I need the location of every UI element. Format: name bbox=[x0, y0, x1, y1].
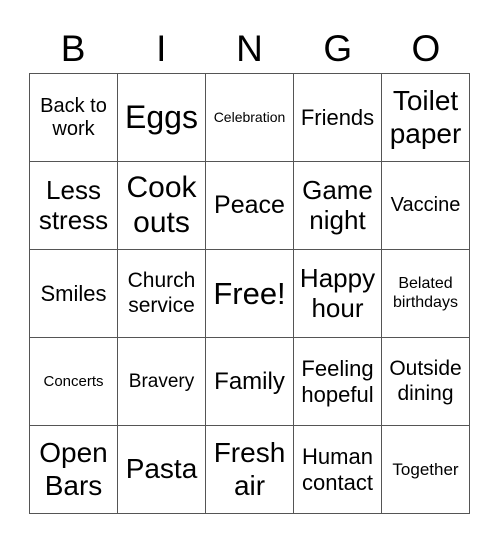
bingo-cell[interactable]: Toilet paper bbox=[382, 74, 470, 162]
bingo-cell[interactable]: Vaccine bbox=[382, 162, 470, 250]
bingo-cell[interactable]: Outside dining bbox=[382, 338, 470, 426]
bingo-cell[interactable]: Happy hour bbox=[294, 250, 382, 338]
bingo-card-grid: Back to work Eggs Celebration Friends Toilet… bbox=[29, 73, 470, 514]
bingo-cell[interactable]: Smiles bbox=[30, 250, 118, 338]
bingo-cell[interactable]: Eggs bbox=[118, 74, 206, 162]
bingo-cell[interactable]: Game night bbox=[294, 162, 382, 250]
bingo-cell[interactable]: Concerts bbox=[30, 338, 118, 426]
bingo-cell[interactable]: Belated birthdays bbox=[382, 250, 470, 338]
bingo-cell[interactable]: Back to work bbox=[30, 74, 118, 162]
header-letter-b: B bbox=[60, 28, 86, 69]
bingo-cell[interactable]: Bravery bbox=[118, 338, 206, 426]
bingo-cell[interactable]: Family bbox=[206, 338, 294, 426]
bingo-cell[interactable]: Together bbox=[382, 426, 470, 514]
bingo-cell[interactable]: Less stress bbox=[30, 162, 118, 250]
bingo-cell[interactable]: Celebration bbox=[206, 74, 294, 162]
bingo-cell[interactable]: Feeling hopeful bbox=[294, 338, 382, 426]
bingo-cell[interactable]: Church service bbox=[118, 250, 206, 338]
bingo-cell[interactable]: Pasta bbox=[118, 426, 206, 514]
bingo-cell[interactable]: Human contact bbox=[294, 426, 382, 514]
bingo-cell[interactable]: Fresh air bbox=[206, 426, 294, 514]
header-letter-g: G bbox=[323, 28, 353, 69]
header-letter-n: N bbox=[236, 28, 263, 69]
bingo-cell[interactable]: Peace bbox=[206, 162, 294, 250]
bingo-header: B I N G O bbox=[29, 26, 470, 72]
free-space-cell[interactable]: Free! bbox=[206, 250, 294, 338]
bingo-cell[interactable]: Open Bars bbox=[30, 426, 118, 514]
header-letter-i: I bbox=[156, 28, 167, 69]
header-letter-o: O bbox=[411, 28, 441, 69]
bingo-cell[interactable]: Friends bbox=[294, 74, 382, 162]
bingo-cell[interactable]: Cook outs bbox=[118, 162, 206, 250]
